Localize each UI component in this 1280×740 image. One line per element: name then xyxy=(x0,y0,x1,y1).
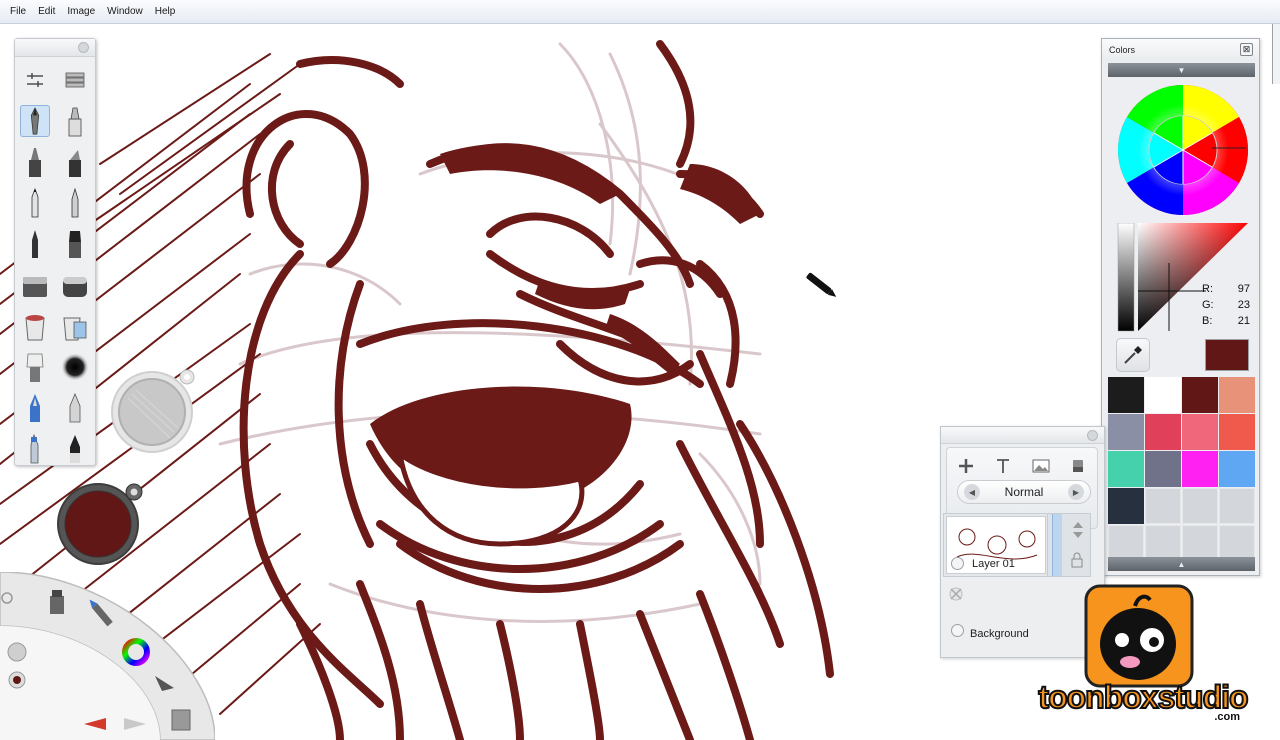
image-layer-icon[interactable] xyxy=(1029,456,1053,476)
multi-bucket-icon[interactable] xyxy=(55,307,95,345)
layer-name: Layer 01 xyxy=(972,558,1015,570)
soft-airbrush-icon[interactable] xyxy=(55,348,95,386)
ink-pen-icon[interactable] xyxy=(15,225,55,263)
brush-grid xyxy=(15,57,95,468)
b-value[interactable]: 21 xyxy=(1238,313,1250,329)
add-layer-icon[interactable] xyxy=(954,456,978,476)
opacity-slider[interactable] xyxy=(1052,514,1062,576)
menu-edit[interactable]: Edit xyxy=(32,4,61,19)
brush-settings-icon[interactable] xyxy=(15,61,55,99)
pencil-icon[interactable] xyxy=(15,102,55,140)
logo-text: toonboxstudio xyxy=(1038,679,1248,715)
lock-icon[interactable] xyxy=(1070,552,1084,568)
color-swatch[interactable] xyxy=(1182,377,1218,413)
collapse-down-handle[interactable]: ▲ xyxy=(1108,557,1255,571)
menu-image[interactable]: Image xyxy=(61,4,101,19)
empty-swatch[interactable] xyxy=(1145,525,1181,561)
color-swatch[interactable] xyxy=(1182,414,1218,450)
color-swatch[interactable] xyxy=(1219,414,1255,450)
fountain-pen-icon[interactable] xyxy=(15,389,55,427)
calligraphy-pen-icon[interactable] xyxy=(55,389,95,427)
color-swatch[interactable] xyxy=(1108,451,1144,487)
palette-close-button[interactable] xyxy=(78,42,89,53)
eyedropper-icon[interactable] xyxy=(1116,338,1150,372)
sketchbook-app: File Edit Image Window Help Colors ⊠ ▼ R… xyxy=(0,0,1280,740)
ballpoint-pen-icon[interactable] xyxy=(15,184,55,222)
felt-pen-icon[interactable] xyxy=(15,143,55,181)
empty-swatch[interactable] xyxy=(1182,488,1218,524)
text-layer-icon[interactable] xyxy=(991,456,1015,476)
background-visibility-toggle[interactable] xyxy=(951,624,964,637)
pencil-shortcut-icon[interactable] xyxy=(7,642,27,662)
layer-controls xyxy=(1047,513,1091,577)
color-swatch-grid xyxy=(1108,377,1255,561)
rgb-readout: R: 97 G: 23 B: 21 xyxy=(1202,281,1250,329)
empty-swatch[interactable] xyxy=(1108,525,1144,561)
close-icon[interactable]: ⊠ xyxy=(1240,43,1253,56)
r-value[interactable]: 97 xyxy=(1238,281,1250,297)
empty-swatch[interactable] xyxy=(1145,488,1181,524)
background-layer-name[interactable]: Background xyxy=(970,628,1029,640)
layer-visibility-toggle[interactable] xyxy=(951,557,964,570)
blend-mode-selector[interactable]: ◀ Normal ▶ xyxy=(957,480,1091,504)
logo-suffix: .com xyxy=(1214,711,1240,723)
empty-swatch[interactable] xyxy=(1182,525,1218,561)
layers-close-button[interactable] xyxy=(1087,430,1098,441)
toolbox-icon[interactable] xyxy=(50,590,64,614)
color-puck[interactable] xyxy=(56,482,146,572)
blend-mode-label: Normal xyxy=(1004,485,1044,499)
empty-swatch[interactable] xyxy=(1219,488,1255,524)
color-swatch[interactable] xyxy=(1219,377,1255,413)
color-swatch[interactable] xyxy=(1145,414,1181,450)
color-swatch[interactable] xyxy=(1219,451,1255,487)
r-label: R: xyxy=(1202,283,1213,295)
color-swatch[interactable] xyxy=(1145,377,1181,413)
palette-titlebar[interactable] xyxy=(15,39,95,57)
b-label: B: xyxy=(1202,315,1213,327)
colors-panel: Colors ⊠ ▼ R: 97 G: 23 B: 21 ▲ xyxy=(1101,38,1260,576)
fine-pen-icon[interactable] xyxy=(55,184,95,222)
menu-bar: File Edit Image Window Help xyxy=(0,0,1280,24)
paint-brush-icon[interactable] xyxy=(55,225,95,263)
eraser-icon[interactable] xyxy=(15,266,55,304)
copy-icon[interactable] xyxy=(171,709,191,731)
current-color-swatch[interactable] xyxy=(1205,339,1249,371)
colors-panel-title[interactable]: Colors ⊠ xyxy=(1102,39,1259,61)
hidden-layer-icon[interactable] xyxy=(948,586,964,602)
move-layer-icon[interactable] xyxy=(1068,520,1088,540)
window-scroll-edge[interactable] xyxy=(1272,24,1280,84)
menu-window[interactable]: Window xyxy=(101,4,149,19)
toonboxstudio-logo: toonboxstudio .com xyxy=(1030,584,1256,724)
hard-eraser-icon[interactable] xyxy=(55,266,95,304)
g-value[interactable]: 23 xyxy=(1238,297,1250,313)
smudge-icon[interactable] xyxy=(55,430,95,468)
collapse-up-handle[interactable]: ▼ xyxy=(1108,63,1255,77)
menu-help[interactable]: Help xyxy=(149,4,182,19)
blend-next-icon[interactable]: ▶ xyxy=(1067,484,1084,500)
chisel-marker-icon[interactable] xyxy=(55,143,95,181)
brush-size-puck[interactable] xyxy=(108,368,198,458)
brush-palette xyxy=(14,38,96,466)
flat-brush-icon[interactable] xyxy=(15,348,55,386)
color-wheel[interactable] xyxy=(1116,83,1250,217)
paint-bucket-icon[interactable] xyxy=(15,307,55,345)
blend-prev-icon[interactable]: ◀ xyxy=(964,484,980,500)
layers-editor-icon[interactable] xyxy=(55,61,95,99)
marker-icon[interactable] xyxy=(55,102,95,140)
lagoon-menu[interactable] xyxy=(0,571,216,740)
airbrush-icon[interactable] xyxy=(15,430,55,468)
clear-layer-icon[interactable] xyxy=(1066,456,1090,476)
color-swatch[interactable] xyxy=(1108,377,1144,413)
color-swatch[interactable] xyxy=(1182,451,1218,487)
g-label: G: xyxy=(1202,299,1214,311)
color-shortcut-icon[interactable] xyxy=(13,676,21,684)
color-swatch[interactable] xyxy=(1108,488,1144,524)
color-swatch[interactable] xyxy=(1145,451,1181,487)
color-swatch[interactable] xyxy=(1108,414,1144,450)
menu-file[interactable]: File xyxy=(4,4,32,19)
colors-title-text: Colors xyxy=(1109,45,1136,55)
empty-swatch[interactable] xyxy=(1219,525,1255,561)
layers-titlebar[interactable] xyxy=(941,427,1104,444)
